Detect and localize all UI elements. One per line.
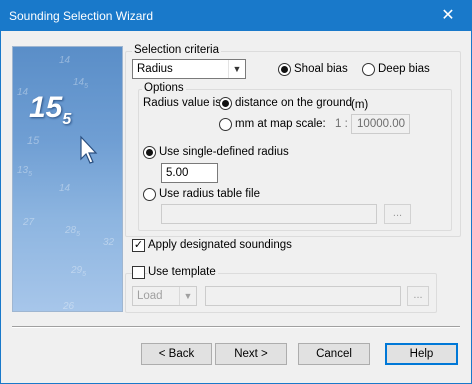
sounding-label: 27 [23,217,35,228]
shoal-bias-radio[interactable] [278,63,291,76]
sounding-label: 32 [103,237,115,248]
sounding-selection-wizard-dialog: Sounding Selection Wizard ✕ 14 145 14 15… [0,0,472,384]
single-radius-radio[interactable] [143,146,156,159]
sounding-label: 14 [59,55,71,66]
apply-designated-label[interactable]: Apply designated soundings [148,239,292,251]
arrow-cursor-icon [80,135,98,164]
back-button[interactable]: < Back [141,343,212,365]
scale-prefix-label: 1 : [335,118,348,130]
apply-designated-checkbox[interactable]: ✓ [132,239,145,252]
template-load-value: Load [137,290,163,302]
radius-table-path-field[interactable] [161,204,377,224]
chevron-down-icon: ▼ [228,60,245,78]
help-button[interactable]: Help [385,343,458,365]
sounding-label: 285 [65,225,81,238]
template-name-field[interactable] [205,286,401,306]
radius-table-browse-button[interactable]: ... [384,204,411,224]
sounding-label: 135 [17,165,33,178]
sounding-label: 26 [63,301,75,312]
wizard-banner-image: 14 145 14 15 135 14 27 285 32 295 26 155 [12,46,123,312]
window-title: Sounding Selection Wizard [9,9,154,23]
mm-at-map-scale-label[interactable]: mm at map scale: [235,118,326,130]
radius-value-label: Radius value is [143,97,221,109]
map-scale-field[interactable]: 10000.00 [351,114,410,134]
radius-table-label[interactable]: Use radius table file [159,188,260,200]
cancel-button[interactable]: Cancel [298,343,370,365]
chevron-down-icon: ▼ [179,287,196,305]
map-scale-value: 10000.00 [357,118,405,130]
sounding-label: 15 [27,135,40,147]
options-legend: Options [142,82,186,94]
radius-table-radio[interactable] [143,188,156,201]
deep-bias-label[interactable]: Deep bias [378,63,430,75]
use-template-label[interactable]: Use template [148,266,218,278]
selection-criteria-legend: Selection criteria [132,44,222,56]
deep-bias-radio[interactable] [362,63,375,76]
next-button[interactable]: Next > [215,343,287,365]
template-load-dropdown[interactable]: Load ▼ [132,286,197,306]
sounding-label: 14 [59,183,71,194]
highlighted-sounding: 155 [29,91,72,128]
radius-value-field[interactable]: 5.00 [161,163,218,183]
sounding-label: 295 [71,265,87,278]
distance-unit-label: (m) [351,99,369,111]
footer-divider [12,326,460,328]
distance-on-ground-radio[interactable] [219,97,232,110]
shoal-bias-label[interactable]: Shoal bias [294,63,348,75]
sounding-label: 14 [17,87,29,98]
criteria-dropdown[interactable]: Radius ▼ [132,59,246,79]
radius-value-text: 5.00 [166,167,189,179]
title-bar[interactable]: Sounding Selection Wizard ✕ [1,1,471,31]
single-radius-label[interactable]: Use single-defined radius [159,146,289,158]
criteria-dropdown-value: Radius [137,63,173,75]
template-browse-button[interactable]: ... [407,286,429,306]
mm-at-map-scale-radio[interactable] [219,118,232,131]
distance-on-ground-label[interactable]: distance on the ground [235,97,352,109]
close-button[interactable]: ✕ [425,1,471,31]
sounding-label: 145 [73,77,89,90]
use-template-checkbox[interactable] [132,266,145,279]
close-icon: ✕ [441,7,455,24]
